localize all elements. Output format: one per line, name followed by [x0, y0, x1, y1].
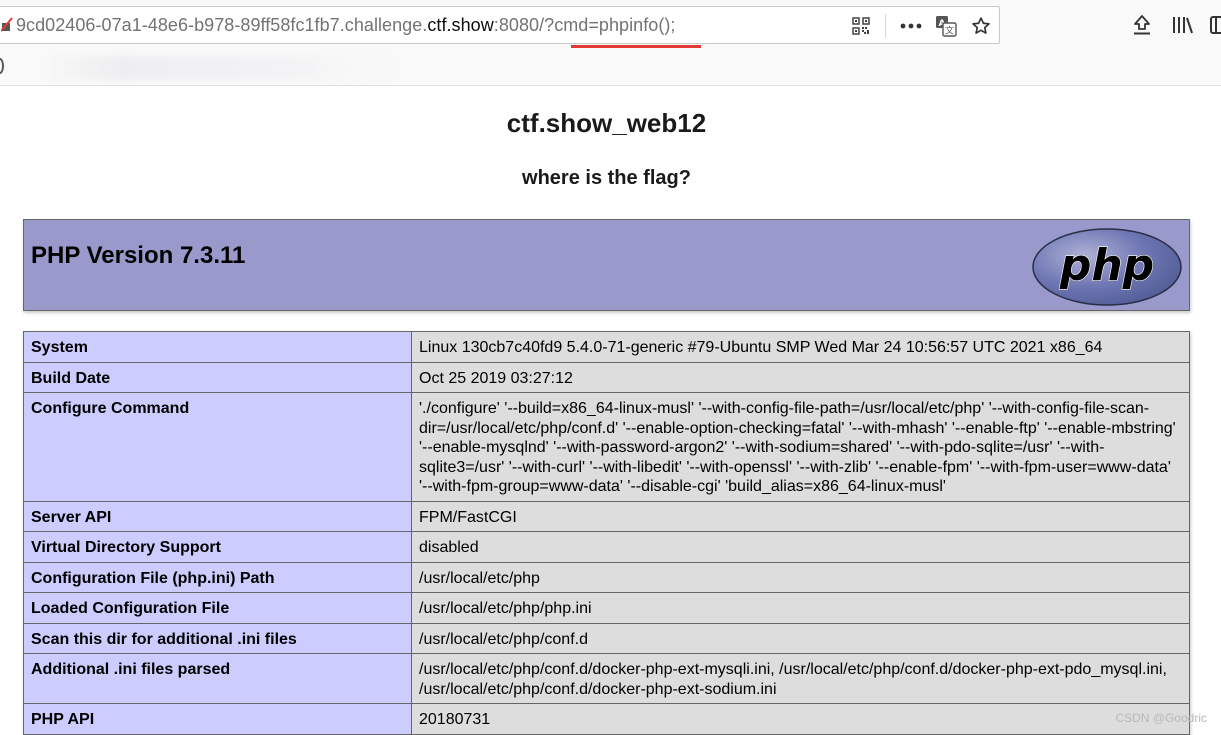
- more-icon[interactable]: [899, 15, 923, 37]
- page-subtitle: where is the flag?: [522, 167, 691, 189]
- php-version-header: PHP Version 7.3.11 php: [23, 219, 1190, 311]
- table-row: Virtual Directory Support disabled: [23, 531, 1190, 563]
- table-row: Scan this dir for additional .ini files /…: [23, 622, 1190, 654]
- translate-icon[interactable]: A 文: [934, 15, 958, 37]
- row-value: /usr/local/etc/php: [411, 561, 1190, 593]
- row-key: PHP API: [23, 703, 412, 735]
- table-row: Server API FPM/FastCGI: [23, 500, 1190, 532]
- row-key: Server API: [23, 500, 412, 532]
- bookmarks-bar-redacted: [50, 56, 390, 80]
- url-suffix: :8080/?cmd=phpinfo();: [493, 15, 676, 35]
- php-logo-text: php: [1059, 240, 1154, 291]
- table-row: Loaded Configuration File/usr/local/etc/…: [23, 592, 1190, 624]
- php-info-table: System Linux 130cb7c40fd9 5.4.0-71-generi…: [23, 331, 1190, 735]
- row-key: Configure Command: [23, 392, 412, 502]
- row-value: /usr/local/etc/php/conf.d/docker-php-ext…: [411, 653, 1190, 704]
- row-key: Build Date: [23, 361, 412, 393]
- row-key: Configuration File (php.ini) Path: [23, 561, 412, 593]
- star-icon[interactable]: [969, 15, 993, 37]
- url-bar[interactable]: 9cd02406-07a1-48e6-b978-89ff58fc1fb7.cha…: [0, 6, 1000, 48]
- row-value: FPM/FastCGI: [411, 500, 1190, 532]
- watermark: CSDN @Goodric: [1115, 711, 1207, 725]
- downloads-icon[interactable]: [1130, 12, 1154, 38]
- url-text[interactable]: 9cd02406-07a1-48e6-b978-89ff58fc1fb7.cha…: [16, 15, 675, 36]
- row-value: disabled: [411, 531, 1190, 563]
- url-bar-separator: [885, 14, 886, 38]
- table-row: PHP API 20180731: [23, 703, 1190, 735]
- row-value: /usr/local/etc/php/php.ini: [411, 592, 1190, 624]
- php-version-label: PHP Version 7.3.11: [31, 242, 246, 269]
- url-highlight-underline: [571, 45, 701, 48]
- url-prefix: 9cd02406-07a1-48e6-b978-89ff58fc1fb7.cha…: [16, 15, 428, 35]
- row-key: Loaded Configuration File: [23, 592, 412, 624]
- row-value: Oct 25 2019 03:27:12: [411, 361, 1190, 393]
- table-row: Configuration File (php.ini) Path/usr/lo…: [23, 561, 1190, 593]
- svg-text:文: 文: [945, 25, 954, 37]
- table-row: Additional .ini files parsed/usr/local/e…: [23, 653, 1190, 704]
- page-title: ctf.show_web12: [506, 108, 707, 138]
- table-row: System Linux 130cb7c40fd9 5.4.0-71-generi…: [23, 331, 1190, 363]
- table-row: Configure Command './configure' '--build=…: [23, 392, 1190, 502]
- row-key: Scan this dir for additional .ini files: [23, 622, 412, 654]
- library-icon[interactable]: [1170, 12, 1194, 38]
- row-value: Linux 130cb7c40fd9 5.4.0-71-generic #79-…: [411, 331, 1190, 363]
- qr-code-icon[interactable]: [850, 15, 872, 37]
- row-key: Additional .ini files parsed: [23, 653, 412, 704]
- sidebar-icon[interactable]: [1210, 12, 1221, 38]
- row-value: /usr/local/etc/php/conf.d: [411, 622, 1190, 654]
- insecure-connection-icon: [1, 17, 13, 32]
- php-logo: php: [1032, 228, 1182, 306]
- back-arrow-fragment: [0, 58, 4, 74]
- table-row: Build Date Oct 25 2019 03:27:12: [23, 361, 1190, 393]
- row-key: System: [23, 331, 412, 363]
- browser-toolbar: 9cd02406-07a1-48e6-b978-89ff58fc1fb7.cha…: [0, 0, 1221, 86]
- row-value: './configure' '--build=x86_64-linux-musl…: [411, 392, 1190, 502]
- row-key: Virtual Directory Support: [23, 531, 412, 563]
- row-value: 20180731: [411, 703, 1190, 735]
- url-domain: ctf.show: [427, 15, 494, 35]
